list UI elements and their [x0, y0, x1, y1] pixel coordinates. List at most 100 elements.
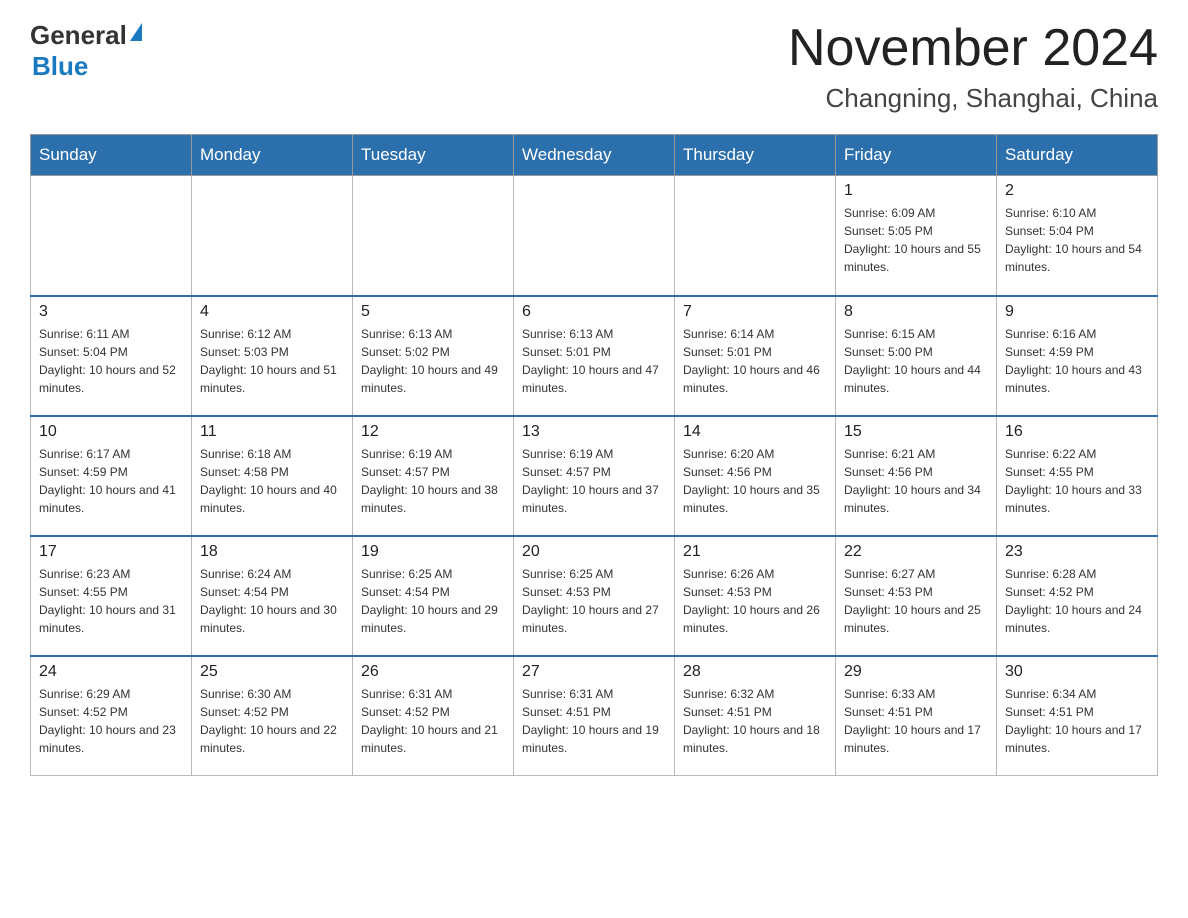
calendar-week-row: 3Sunrise: 6:11 AM Sunset: 5:04 PM Daylig…	[31, 296, 1158, 416]
calendar-day-cell: 27 Sunrise: 6:31 AM Sunset: 4:51 PM Dayli…	[514, 656, 675, 776]
logo-triangle-icon	[130, 23, 142, 41]
day-info: Sunrise: 6:31 AM Sunset: 4:52 PM Dayligh…	[361, 685, 505, 757]
day-info: Sunrise: 6:22 AM Sunset: 4:55 PM Dayligh…	[1005, 445, 1149, 517]
day-of-week-header: Thursday	[675, 135, 836, 176]
logo-general: General	[30, 20, 127, 51]
day-number: 7	[683, 303, 827, 321]
calendar-day-cell: 19 Sunrise: 6:25 AM Sunset: 4:54 PM Dayli…	[353, 536, 514, 656]
day-number: 6	[522, 303, 666, 321]
day-info: Sunrise: 6:34 AM Sunset: 4:51 PM Dayligh…	[1005, 685, 1149, 757]
calendar-header-row: SundayMondayTuesdayWednesdayThursdayFrid…	[31, 135, 1158, 176]
calendar-day-cell	[192, 176, 353, 296]
calendar-day-cell: 30 Sunrise: 6:34 AM Sunset: 4:51 PM Dayli…	[997, 656, 1158, 776]
location-title: Changning, Shanghai, China	[788, 83, 1158, 114]
calendar-day-cell: 16 Sunrise: 6:22 AM Sunset: 4:55 PM Dayli…	[997, 416, 1158, 536]
day-info: Sunrise: 6:24 AM Sunset: 4:54 PM Dayligh…	[200, 565, 344, 637]
day-info: Sunrise: 6:17 AM Sunset: 4:59 PM Dayligh…	[39, 445, 183, 517]
calendar-day-cell: 4 Sunrise: 6:12 AM Sunset: 5:03 PM Daylig…	[192, 296, 353, 416]
calendar-week-row: 17 Sunrise: 6:23 AM Sunset: 4:55 PM Dayli…	[31, 536, 1158, 656]
day-info: Sunrise: 6:28 AM Sunset: 4:52 PM Dayligh…	[1005, 565, 1149, 637]
calendar-table: SundayMondayTuesdayWednesdayThursdayFrid…	[30, 134, 1158, 776]
day-number: 19	[361, 543, 505, 561]
calendar-day-cell: 21Sunrise: 6:26 AM Sunset: 4:53 PM Dayli…	[675, 536, 836, 656]
calendar-day-cell: 23 Sunrise: 6:28 AM Sunset: 4:52 PM Dayli…	[997, 536, 1158, 656]
calendar-day-cell: 8Sunrise: 6:15 AM Sunset: 5:00 PM Daylig…	[836, 296, 997, 416]
day-info: Sunrise: 6:13 AM Sunset: 5:02 PM Dayligh…	[361, 325, 505, 397]
calendar-day-cell: 6 Sunrise: 6:13 AM Sunset: 5:01 PM Daylig…	[514, 296, 675, 416]
day-info: Sunrise: 6:10 AM Sunset: 5:04 PM Dayligh…	[1005, 204, 1149, 276]
calendar-day-cell: 26 Sunrise: 6:31 AM Sunset: 4:52 PM Dayli…	[353, 656, 514, 776]
day-of-week-header: Tuesday	[353, 135, 514, 176]
month-title: November 2024	[788, 20, 1158, 77]
calendar-day-cell: 20Sunrise: 6:25 AM Sunset: 4:53 PM Dayli…	[514, 536, 675, 656]
day-info: Sunrise: 6:19 AM Sunset: 4:57 PM Dayligh…	[361, 445, 505, 517]
calendar-day-cell: 7 Sunrise: 6:14 AM Sunset: 5:01 PM Daylig…	[675, 296, 836, 416]
day-info: Sunrise: 6:31 AM Sunset: 4:51 PM Dayligh…	[522, 685, 666, 757]
day-info: Sunrise: 6:33 AM Sunset: 4:51 PM Dayligh…	[844, 685, 988, 757]
day-info: Sunrise: 6:21 AM Sunset: 4:56 PM Dayligh…	[844, 445, 988, 517]
day-of-week-header: Saturday	[997, 135, 1158, 176]
day-info: Sunrise: 6:26 AM Sunset: 4:53 PM Dayligh…	[683, 565, 827, 637]
day-number: 23	[1005, 543, 1149, 561]
day-number: 25	[200, 663, 344, 681]
day-info: Sunrise: 6:15 AM Sunset: 5:00 PM Dayligh…	[844, 325, 988, 397]
title-area: November 2024 Changning, Shanghai, China	[788, 20, 1158, 114]
calendar-week-row: 1 Sunrise: 6:09 AM Sunset: 5:05 PM Daylig…	[31, 176, 1158, 296]
day-number: 3	[39, 303, 183, 321]
day-of-week-header: Sunday	[31, 135, 192, 176]
day-number: 22	[844, 543, 988, 561]
day-number: 10	[39, 423, 183, 441]
calendar-day-cell: 24 Sunrise: 6:29 AM Sunset: 4:52 PM Dayli…	[31, 656, 192, 776]
day-info: Sunrise: 6:23 AM Sunset: 4:55 PM Dayligh…	[39, 565, 183, 637]
calendar-day-cell	[514, 176, 675, 296]
day-info: Sunrise: 6:30 AM Sunset: 4:52 PM Dayligh…	[200, 685, 344, 757]
calendar-day-cell: 10 Sunrise: 6:17 AM Sunset: 4:59 PM Dayli…	[31, 416, 192, 536]
day-info: Sunrise: 6:29 AM Sunset: 4:52 PM Dayligh…	[39, 685, 183, 757]
header: General Blue November 2024 Changning, Sh…	[30, 20, 1158, 114]
day-number: 29	[844, 663, 988, 681]
day-info: Sunrise: 6:14 AM Sunset: 5:01 PM Dayligh…	[683, 325, 827, 397]
day-number: 20	[522, 543, 666, 561]
day-of-week-header: Monday	[192, 135, 353, 176]
calendar-day-cell	[675, 176, 836, 296]
day-of-week-header: Friday	[836, 135, 997, 176]
calendar-day-cell: 9 Sunrise: 6:16 AM Sunset: 4:59 PM Daylig…	[997, 296, 1158, 416]
calendar-day-cell	[353, 176, 514, 296]
day-number: 11	[200, 423, 344, 441]
day-info: Sunrise: 6:13 AM Sunset: 5:01 PM Dayligh…	[522, 325, 666, 397]
calendar-day-cell: 18 Sunrise: 6:24 AM Sunset: 4:54 PM Dayli…	[192, 536, 353, 656]
calendar-day-cell: 29 Sunrise: 6:33 AM Sunset: 4:51 PM Dayli…	[836, 656, 997, 776]
day-number: 27	[522, 663, 666, 681]
day-number: 30	[1005, 663, 1149, 681]
logo: General Blue	[30, 20, 142, 82]
day-number: 28	[683, 663, 827, 681]
day-number: 9	[1005, 303, 1149, 321]
day-info: Sunrise: 6:16 AM Sunset: 4:59 PM Dayligh…	[1005, 325, 1149, 397]
calendar-day-cell: 1 Sunrise: 6:09 AM Sunset: 5:05 PM Daylig…	[836, 176, 997, 296]
calendar-day-cell: 3Sunrise: 6:11 AM Sunset: 5:04 PM Daylig…	[31, 296, 192, 416]
day-number: 18	[200, 543, 344, 561]
calendar-week-row: 24 Sunrise: 6:29 AM Sunset: 4:52 PM Dayli…	[31, 656, 1158, 776]
calendar-day-cell: 14Sunrise: 6:20 AM Sunset: 4:56 PM Dayli…	[675, 416, 836, 536]
day-info: Sunrise: 6:19 AM Sunset: 4:57 PM Dayligh…	[522, 445, 666, 517]
day-number: 24	[39, 663, 183, 681]
calendar-day-cell: 15Sunrise: 6:21 AM Sunset: 4:56 PM Dayli…	[836, 416, 997, 536]
day-number: 16	[1005, 423, 1149, 441]
day-number: 17	[39, 543, 183, 561]
calendar-week-row: 10 Sunrise: 6:17 AM Sunset: 4:59 PM Dayli…	[31, 416, 1158, 536]
day-info: Sunrise: 6:20 AM Sunset: 4:56 PM Dayligh…	[683, 445, 827, 517]
day-number: 2	[1005, 182, 1149, 200]
calendar-day-cell: 2 Sunrise: 6:10 AM Sunset: 5:04 PM Daylig…	[997, 176, 1158, 296]
calendar-day-cell: 13Sunrise: 6:19 AM Sunset: 4:57 PM Dayli…	[514, 416, 675, 536]
calendar-day-cell: 5 Sunrise: 6:13 AM Sunset: 5:02 PM Daylig…	[353, 296, 514, 416]
day-info: Sunrise: 6:25 AM Sunset: 4:54 PM Dayligh…	[361, 565, 505, 637]
day-info: Sunrise: 6:09 AM Sunset: 5:05 PM Dayligh…	[844, 204, 988, 276]
day-number: 26	[361, 663, 505, 681]
day-info: Sunrise: 6:12 AM Sunset: 5:03 PM Dayligh…	[200, 325, 344, 397]
day-number: 5	[361, 303, 505, 321]
day-info: Sunrise: 6:18 AM Sunset: 4:58 PM Dayligh…	[200, 445, 344, 517]
day-of-week-header: Wednesday	[514, 135, 675, 176]
day-number: 4	[200, 303, 344, 321]
calendar-day-cell	[31, 176, 192, 296]
day-number: 1	[844, 182, 988, 200]
